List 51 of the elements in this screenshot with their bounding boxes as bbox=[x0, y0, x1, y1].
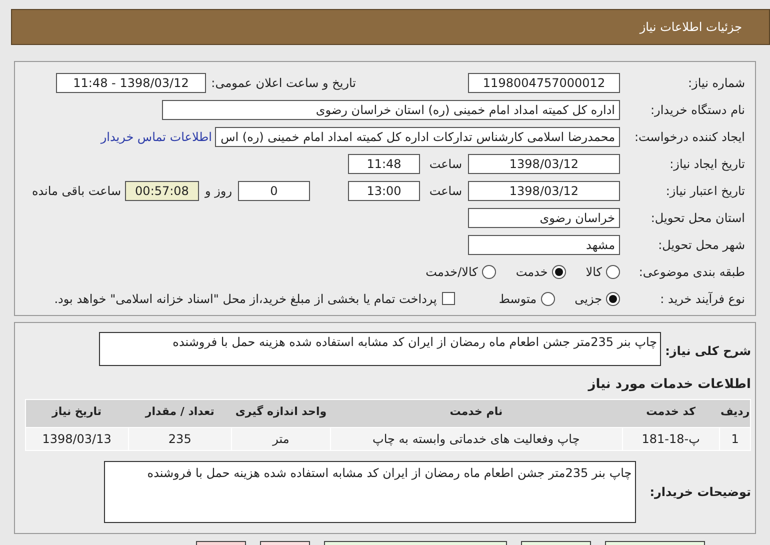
table-cell: پ-18-181 bbox=[622, 428, 720, 450]
field-label: نوع فرآیند خرید : bbox=[659, 290, 745, 308]
contact-link[interactable]: اطلاعات تماس خریدار bbox=[100, 128, 212, 146]
text-field[interactable]: 0 bbox=[238, 180, 310, 200]
field-label: نام دستگاه خریدار: bbox=[650, 102, 745, 118]
text-field[interactable]: مشهد bbox=[468, 234, 620, 254]
text-field[interactable]: خراسان رضوی bbox=[468, 208, 620, 228]
radio-button[interactable] bbox=[606, 292, 620, 306]
radio-label: خدمت bbox=[516, 264, 548, 280]
field-label: تاریخ ایجاد نیاز: bbox=[668, 156, 745, 172]
field-label: ساعت bbox=[428, 182, 462, 200]
field-label: تاریخ اعتبار نیاز: bbox=[664, 182, 745, 200]
field-label: تاریخ و ساعت اعلان عمومی: bbox=[210, 74, 357, 92]
text-field[interactable]: 1398/03/12 bbox=[468, 180, 620, 200]
header-title: جزئیات اطلاعات نیاز bbox=[640, 19, 742, 36]
field-label: روز و bbox=[205, 182, 232, 200]
field-label: ایجاد کننده درخواست: bbox=[633, 128, 745, 146]
text-field[interactable]: محمدرضا اسلامی کارشناس تدارکات اداره کل کمیته امداد امام خمینی (ره) اس bbox=[215, 126, 620, 146]
field-label: استان محل تحویل: bbox=[650, 210, 745, 226]
notes-box: چاپ بنر 235متر جشن اطعام ماه رمضان از ایران کد مشابه استفاده شده هزینه حمل با فروشنده bbox=[104, 460, 636, 522]
radio-label: متوسط bbox=[498, 290, 537, 308]
field-label: طبقه بندی موضوعی: bbox=[640, 264, 745, 280]
text-field[interactable]: 1398/03/12 - 11:48 bbox=[56, 72, 206, 92]
section-title: اطلاعات خدمات مورد نیاز bbox=[586, 376, 751, 394]
radio-label: کالا/خدمت bbox=[426, 264, 478, 280]
text-field[interactable]: 13:00 bbox=[348, 180, 420, 200]
checkbox-label: پرداخت تمام یا بخشی از مبلغ خرید،از محل "اسناد خزانه اسلامی" خواهد بود. bbox=[54, 290, 437, 308]
table-cell: چاپ وفعالیت های خدماتی وابسته به چاپ bbox=[330, 428, 622, 450]
table-cell: متر bbox=[232, 428, 330, 450]
field-label: شماره نیاز: bbox=[687, 74, 745, 92]
radio-label: کالا bbox=[586, 264, 602, 280]
countdown-field[interactable]: 00:57:08 bbox=[125, 180, 199, 200]
radio-button[interactable] bbox=[606, 264, 620, 278]
checkbox[interactable] bbox=[442, 292, 455, 305]
summary-label: شرح کلی نیاز: bbox=[665, 343, 751, 360]
radio-button[interactable] bbox=[482, 264, 496, 278]
notes-label: توضیحات خریدار: bbox=[650, 484, 751, 500]
text-field[interactable]: 11:48 bbox=[348, 154, 420, 174]
table-cell: 235 bbox=[128, 428, 232, 450]
field-label: ساعت bbox=[428, 156, 462, 172]
table-cell: 1 bbox=[720, 428, 750, 450]
radio-button[interactable] bbox=[552, 264, 566, 278]
field-label: شهر محل تحویل: bbox=[657, 236, 745, 254]
text-field[interactable]: اداره کل کمیته امداد امام خمینی (ره) استان خراسان رضوی bbox=[162, 100, 620, 120]
radio-label: جزیی bbox=[574, 290, 602, 308]
radio-button[interactable] bbox=[540, 292, 555, 306]
text-field[interactable]: 1398/03/12 bbox=[468, 154, 620, 174]
text-field[interactable]: 1198004757000012 bbox=[468, 72, 620, 92]
table-cell: 1398/03/13 bbox=[26, 428, 128, 450]
summary-box: چاپ بنر 235متر جشن اطعام ماه رمضان از ایران کد مشابه استفاده شده هزینه حمل با فروشنده bbox=[99, 332, 662, 366]
field-label: ساعت باقی مانده bbox=[32, 182, 121, 200]
